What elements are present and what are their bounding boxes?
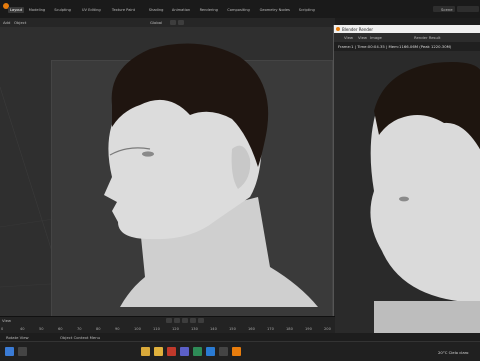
render-head bbox=[370, 62, 480, 333]
head-model bbox=[104, 43, 318, 307]
teams-icon[interactable] bbox=[180, 347, 189, 356]
search-icon[interactable] bbox=[18, 347, 27, 356]
workspace-tab-shading[interactable]: Shading bbox=[149, 8, 164, 12]
render-result-image bbox=[334, 51, 480, 333]
play-button[interactable] bbox=[182, 318, 188, 323]
workspace-tab-geometry-nodes[interactable]: Geometry Nodes bbox=[260, 8, 290, 12]
timeline-tick: 150 bbox=[229, 327, 236, 331]
folder-icon[interactable] bbox=[154, 347, 163, 356]
scene-selector[interactable]: Scene bbox=[433, 6, 455, 12]
workspace-tab-rendering[interactable]: Rendering bbox=[200, 8, 218, 12]
status-context-menu: Object Context Menu bbox=[60, 335, 101, 340]
play-reverse-button[interactable] bbox=[174, 318, 180, 323]
workspace-tab-modeling[interactable]: Modeling bbox=[29, 8, 45, 12]
render-slot-dropdown[interactable]: Render Result bbox=[414, 35, 440, 40]
timeline-tick: 170 bbox=[267, 327, 274, 331]
timeline-view-menu[interactable]: View bbox=[2, 318, 11, 323]
object-menu[interactable]: Object bbox=[14, 20, 26, 25]
workspace-tab-animation[interactable]: Animation bbox=[172, 8, 190, 12]
top-menu-bar: Layout Modeling Sculpting UV Editing Texture… bbox=[0, 0, 480, 18]
blender-title-icon bbox=[336, 27, 340, 31]
render-info-bar: Frame:1 | Time:00:04.35 | Mem:1166.06M (… bbox=[334, 42, 480, 51]
render-window-header: View View Image Render Result bbox=[334, 33, 480, 42]
office-icon[interactable] bbox=[167, 347, 176, 356]
timeline-tick: 90 bbox=[115, 327, 120, 331]
blender-icon[interactable] bbox=[232, 347, 241, 356]
timeline-tick: 130 bbox=[191, 327, 198, 331]
workspace-tab-uv-editing[interactable]: UV Editing bbox=[82, 8, 101, 12]
timeline-tick: 60 bbox=[58, 327, 63, 331]
timeline-tick: 120 bbox=[172, 327, 179, 331]
workspace-tab-layout[interactable]: Layout bbox=[8, 7, 25, 13]
browser-icon[interactable] bbox=[193, 347, 202, 356]
windows-icon[interactable] bbox=[5, 347, 14, 356]
snap-button[interactable] bbox=[170, 20, 176, 25]
timeline-tick: 190 bbox=[305, 327, 312, 331]
timeline[interactable]: View 0 40 50 60 70 80 90 100 110 120 130 140 150 160 1… bbox=[0, 316, 335, 334]
edge-icon[interactable] bbox=[206, 347, 215, 356]
timeline-tick: 200 bbox=[324, 327, 331, 331]
timeline-tick: 70 bbox=[77, 327, 82, 331]
render-window-title: Blender Render bbox=[342, 26, 374, 32]
orientation-dropdown[interactable]: Global bbox=[150, 20, 162, 25]
add-menu[interactable]: Add bbox=[3, 20, 10, 25]
workspace-tab-sculpting[interactable]: Sculpting bbox=[54, 8, 71, 12]
view-layer-selector[interactable] bbox=[457, 6, 479, 12]
status-bar: Rotate View Object Context Menu bbox=[0, 333, 480, 341]
render-menu-image[interactable]: Image bbox=[370, 35, 382, 40]
timeline-tick: 100 bbox=[134, 327, 141, 331]
render-window-titlebar[interactable]: Blender Render bbox=[334, 25, 480, 33]
workspace-tab-texture-paint[interactable]: Texture Paint bbox=[112, 8, 135, 12]
timeline-tick: 160 bbox=[248, 327, 255, 331]
timeline-tick: 0 bbox=[1, 327, 4, 331]
3d-viewport[interactable] bbox=[0, 27, 335, 316]
jump-end-button[interactable] bbox=[190, 318, 196, 323]
proportional-button[interactable] bbox=[178, 20, 184, 25]
keyframe-button[interactable] bbox=[198, 318, 204, 323]
timeline-tick: 40 bbox=[20, 327, 25, 331]
render-stats: Frame:1 | Time:00:04.35 | Mem:1166.06M (… bbox=[338, 44, 452, 49]
store-icon[interactable] bbox=[219, 347, 228, 356]
jump-start-button[interactable] bbox=[166, 318, 172, 323]
timeline-tick: 110 bbox=[153, 327, 160, 331]
render-menu-view-1[interactable]: View bbox=[344, 35, 353, 40]
status-rotate-view: Rotate View bbox=[6, 335, 29, 340]
workspace-tab-scripting[interactable]: Scripting bbox=[299, 8, 315, 12]
windows-taskbar: 20°C Cielo claro bbox=[0, 341, 480, 361]
timeline-tick: 50 bbox=[39, 327, 44, 331]
viewport-header: Add Object Global bbox=[0, 18, 335, 27]
timeline-tick: 180 bbox=[286, 327, 293, 331]
weather-widget[interactable]: 20°C Cielo claro bbox=[438, 350, 469, 355]
scene-label: Scene bbox=[441, 7, 453, 12]
render-menu-view-2[interactable]: View bbox=[358, 35, 367, 40]
render-window[interactable]: Blender Render View View Image Render Re… bbox=[333, 25, 480, 333]
workspace-tab-compositing[interactable]: Compositing bbox=[227, 8, 250, 12]
file-explorer-icon[interactable] bbox=[141, 347, 150, 356]
timeline-tick: 80 bbox=[96, 327, 101, 331]
timeline-tick: 140 bbox=[210, 327, 217, 331]
